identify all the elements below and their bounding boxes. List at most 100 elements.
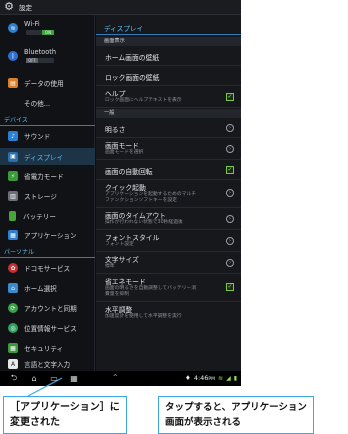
row-title: 画面モード [105,142,139,150]
cell-signal-icon: ◢ [226,374,231,382]
sidebar-item-label: アプリケーション [24,232,77,240]
tablet-screen: ⚙ 設定 ≋ Wi-Fi ON ᛒ Bluetooth OFF ▤ データの使用… [0,0,241,386]
settings-sidebar: ≋ Wi-Fi ON ᛒ Bluetooth OFF ▤ データの使用 その他.… [0,15,95,371]
help-checkbox[interactable]: ✓ [226,93,234,101]
sidebar-item-more[interactable]: その他... [0,96,95,110]
wifi-toggle[interactable]: ON [26,30,54,35]
system-navigation-bar: ⮌ ⌂ ▭ ▦ ⌃ ♦ 4:46PM ≋ ◢ ▮ [0,371,241,386]
row-title: 画面のタイムアウト [105,212,167,220]
notification-icon: ♦ [184,374,191,382]
sidebar-item-language[interactable]: A 言語と文字入力 [0,357,95,371]
sidebar-item-label: セキュリティ [24,345,64,353]
row-title: クイック起動 [105,184,146,192]
sidebar-item-label: ドコモサービス [24,265,71,273]
sidebar-item-sound[interactable]: ♪ サウンド [0,129,95,143]
chevron-right-icon: › [226,145,234,153]
home-icon: ⌂ [8,283,18,293]
row-title: ヘルプ [105,90,126,98]
row-desc: フォント設定 [105,242,134,247]
docomo-icon: ✿ [8,263,18,273]
sidebar-item-data-usage[interactable]: ▤ データの使用 [0,76,95,90]
back-icon[interactable]: ⮌ [8,372,20,386]
row-desc: ロック画面にヘルプテキストを表示 [105,98,182,103]
row-help[interactable]: ヘルプ ロック画面にヘルプテキストを表示 ✓ [96,86,241,108]
auto-rotate-checkbox[interactable]: ✓ [226,166,234,174]
row-desc: ファンクションソフトキーを設定 [105,198,177,203]
sidebar-item-power-saving[interactable]: ⚡ 省電力モード [0,169,95,183]
sidebar-item-label: ホーム選択 [24,285,57,293]
sidebar-item-battery[interactable]: バッテリー [0,209,95,223]
sidebar-item-location[interactable]: ◎ 位置情報サービス [0,321,95,335]
row-auto-rotate[interactable]: 画面の自動回転 ✓ [96,160,241,180]
row-quick-launch[interactable]: クイック起動 アプリケーションを起動するためのマルチ ファンクションソフトキーを… [96,180,241,208]
sync-icon: ⟳ [8,303,18,313]
home-icon[interactable]: ⌂ [28,374,40,383]
row-eco-mode[interactable]: 省エネモード 画面の明るさを自動調整してバッテリー消 費量を抑制 ✓ [96,274,241,302]
row-title: ホーム画面の壁紙 [105,54,160,62]
sidebar-item-docomo[interactable]: ✿ ドコモサービス [0,261,95,275]
screenshot-icon[interactable]: ▦ [68,374,80,383]
bluetooth-icon: ᛒ [8,51,18,61]
storage-icon: ▥ [8,191,18,201]
recent-apps-icon[interactable]: ▭ [48,374,60,383]
callout-right: タップすると、アプリケーション 画面が表示される [158,396,314,434]
sidebar-item-display[interactable]: ▣ ディスプレイ [0,148,95,165]
language-icon: A [8,359,18,369]
sidebar-item-label: その他... [24,100,51,108]
display-icon: ▣ [8,151,18,162]
wifi-signal-icon: ≋ [218,374,224,382]
sidebar-item-label: Wi-Fi [24,19,40,28]
row-desc: 加速度計を使用して水平調整を実行 [105,314,182,319]
row-screen-timeout[interactable]: 画面のタイムアウト 操作が行われない状態で30秒経過後 › [96,208,241,230]
display-settings-panel: ディスプレイ 画面表示 ホーム画面の壁紙 ロック画面の壁紙 ヘルプ ロック画面に… [96,15,241,371]
sidebar-item-storage[interactable]: ▥ ストレージ [0,189,95,203]
row-desc: 費量を抑制 [105,292,129,297]
row-lock-wallpaper[interactable]: ロック画面の壁紙 [96,66,241,86]
sidebar-item-home-select[interactable]: ⌂ ホーム選択 [0,281,95,295]
sidebar-item-security[interactable]: ▦ セキュリティ [0,341,95,355]
sidebar-item-label: アカウントと同期 [24,305,77,313]
sidebar-item-applications[interactable]: ▦ アプリケーション [0,228,95,242]
row-title: ロック画面の壁紙 [105,74,160,82]
category-general: 一般 [96,109,241,118]
category-screen-display: 画面表示 [96,37,241,46]
row-title: 画面の自動回転 [105,168,153,176]
row-brightness[interactable]: 明るさ › [96,118,241,138]
row-title: 明るさ [105,126,126,134]
row-home-wallpaper[interactable]: ホーム画面の壁紙 [96,46,241,66]
row-font-size[interactable]: 文字サイズ 標準 › [96,252,241,274]
battery-status-icon: ▮ [233,374,237,382]
apps-icon: ▦ [8,230,18,240]
panel-header: ディスプレイ [96,23,241,35]
bluetooth-toggle[interactable]: OFF [26,58,54,63]
sidebar-item-label: ディスプレイ [24,153,64,162]
title-bar: ⚙ 設定 [0,0,241,15]
row-horizontal-calibration[interactable]: 水平調整 加速度計を使用して水平調整を実行 [96,302,241,326]
row-desc: 標準 [105,264,115,269]
chevron-right-icon: › [226,124,234,132]
chevron-up-icon[interactable]: ⌃ [112,373,119,382]
row-title: フォントスタイル [105,234,160,242]
location-icon: ◎ [8,323,18,333]
row-screen-mode[interactable]: 画面モード 画面モードを選択 › [96,138,241,160]
sound-icon: ♪ [8,131,18,141]
sidebar-item-accounts-sync[interactable]: ⟳ アカウントと同期 [0,301,95,315]
chevron-right-icon: › [226,259,234,267]
row-font-style[interactable]: フォントスタイル フォント設定 › [96,230,241,252]
sidebar-item-label: Bluetooth [24,47,57,56]
row-desc: 操作が行われない状態で30秒経過後 [105,220,183,225]
chevron-right-icon: › [226,237,234,245]
sidebar-item-wifi[interactable]: ≋ Wi-Fi ON [0,17,95,39]
row-title: 省エネモード [105,278,146,286]
callout-left-line2: 変更された [10,417,60,428]
callout-right-line1: タップすると、アプリケーション [165,402,307,413]
window-title: 設定 [19,4,32,12]
sidebar-item-label: バッテリー [23,213,56,221]
sidebar-item-label: データの使用 [24,80,64,88]
more-spacer [8,98,18,108]
chevron-right-icon: › [226,189,234,197]
battery-icon [9,211,16,221]
sidebar-item-bluetooth[interactable]: ᛒ Bluetooth OFF [0,45,95,67]
sidebar-section-device: デバイス [0,115,95,126]
eco-mode-checkbox[interactable]: ✓ [226,283,234,291]
